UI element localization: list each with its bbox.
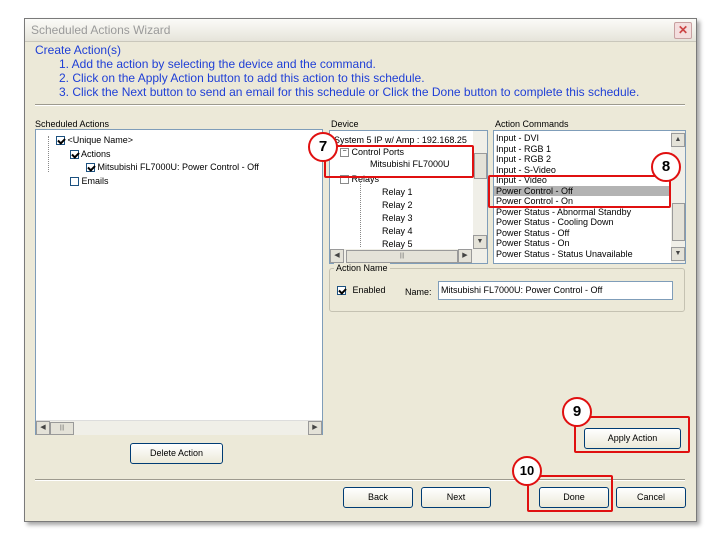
- title-bar: Scheduled Actions Wizard ✕: [25, 19, 696, 42]
- callout-10-highlight: [527, 475, 613, 512]
- scroll-left-icon[interactable]: ◀: [36, 421, 50, 435]
- instruction-step-2: 2. Click on the Apply Action button to a…: [59, 71, 425, 85]
- window-title: Scheduled Actions Wizard: [31, 23, 171, 37]
- relay-item[interactable]: Relay 3: [382, 213, 413, 223]
- tree-line: [48, 136, 50, 172]
- scheduled-hscrollbar[interactable]: ◀ ||| ▶: [36, 420, 322, 435]
- command-item[interactable]: Input - RGB 1: [494, 144, 669, 155]
- command-item[interactable]: Power Status - Abnormal Standby: [494, 207, 669, 218]
- device-vscrollbar[interactable]: ▼: [473, 131, 487, 249]
- cancel-button[interactable]: Cancel: [616, 487, 686, 508]
- scroll-thumb[interactable]: |||: [50, 422, 74, 435]
- enabled-checkbox-row[interactable]: Enabled: [337, 285, 386, 296]
- enabled-checkbox[interactable]: [337, 286, 346, 296]
- relay-item[interactable]: Relay 2: [382, 200, 413, 210]
- scroll-left-icon[interactable]: ◀: [330, 249, 344, 263]
- action-item-checkbox[interactable]: [86, 163, 95, 173]
- instruction-step-3: 3. Click the Next button to send an emai…: [59, 85, 640, 99]
- emails-checkbox[interactable]: [70, 177, 79, 187]
- scroll-right-icon[interactable]: ▶: [458, 249, 472, 263]
- action-name-input[interactable]: Mitsubishi FL7000U: Power Control - Off: [438, 281, 673, 300]
- scroll-thumb[interactable]: [474, 153, 487, 179]
- delete-action-button[interactable]: Delete Action: [130, 443, 223, 464]
- back-button[interactable]: Back: [343, 487, 413, 508]
- tree-line: [360, 181, 362, 247]
- close-icon[interactable]: ✕: [674, 22, 692, 39]
- actions-checkbox[interactable]: [70, 150, 79, 160]
- callout-8-badge: 8: [651, 152, 681, 182]
- command-item[interactable]: Power Status - Cooling Down: [494, 217, 669, 228]
- tree-action-item[interactable]: Mitsubishi FL7000U: Power Control - Off: [86, 162, 259, 173]
- device-system-item[interactable]: System 5 IP w/ Amp : 192.168.25: [334, 135, 467, 145]
- tree-actions-label: Actions: [81, 149, 111, 159]
- device-hscrollbar[interactable]: ◀ ||| ▶: [330, 249, 487, 263]
- root-checkbox[interactable]: [56, 136, 65, 146]
- scroll-up-icon[interactable]: ▲: [671, 133, 685, 147]
- scroll-thumb[interactable]: |||: [346, 250, 458, 263]
- tree-root[interactable]: <Unique Name>: [56, 135, 134, 146]
- name-label: Name:: [405, 287, 432, 297]
- command-item[interactable]: Power Status - Status Unavailable: [494, 249, 669, 260]
- device-label: Device: [331, 119, 359, 129]
- scroll-thumb[interactable]: [672, 203, 685, 241]
- instructions-heading: Create Action(s): [35, 43, 122, 57]
- tree-action-item-label: Mitsubishi FL7000U: Power Control - Off: [97, 162, 259, 172]
- callout-9-highlight: [574, 416, 690, 453]
- command-item[interactable]: Power Status - Off: [494, 228, 669, 239]
- action-commands-label: Action Commands: [495, 119, 569, 129]
- command-item[interactable]: Input - DVI: [494, 133, 669, 144]
- scheduled-actions-tree[interactable]: <Unique Name> Actions Mitsubishi FL7000U…: [35, 129, 323, 435]
- enabled-label: Enabled: [352, 285, 386, 295]
- tree-root-label: <Unique Name>: [67, 135, 134, 145]
- callout-7-highlight: [324, 145, 474, 178]
- next-button[interactable]: Next: [421, 487, 491, 508]
- command-item[interactable]: Power Status - On: [494, 238, 669, 249]
- relay-item[interactable]: Relay 4: [382, 226, 413, 236]
- action-name-group-label: Action Name: [334, 263, 390, 273]
- tree-emails-label: Emails: [81, 176, 109, 186]
- tree-emails-node[interactable]: Emails: [70, 176, 109, 187]
- header-divider: [35, 104, 685, 106]
- tree-actions-node[interactable]: Actions: [70, 149, 111, 160]
- scheduled-actions-label: Scheduled Actions: [35, 119, 110, 129]
- command-item[interactable]: Input - S-Video: [494, 165, 669, 176]
- instruction-step-1: 1. Add the action by selecting the devic…: [59, 57, 376, 71]
- relay-item[interactable]: Relay 1: [382, 187, 413, 197]
- commands-vscrollbar[interactable]: ▲ ▼: [671, 131, 685, 263]
- callout-10-badge: 10: [512, 456, 542, 486]
- scroll-down-icon[interactable]: ▼: [473, 235, 487, 249]
- command-item[interactable]: Input - RGB 2: [494, 154, 669, 165]
- callout-8-highlight: [488, 175, 671, 208]
- scroll-down-icon[interactable]: ▼: [671, 247, 685, 261]
- callout-7-badge: 7: [308, 132, 338, 162]
- callout-9-badge: 9: [562, 397, 592, 427]
- scroll-right-icon[interactable]: ▶: [308, 421, 322, 435]
- relay-item[interactable]: Relay 5: [382, 239, 413, 249]
